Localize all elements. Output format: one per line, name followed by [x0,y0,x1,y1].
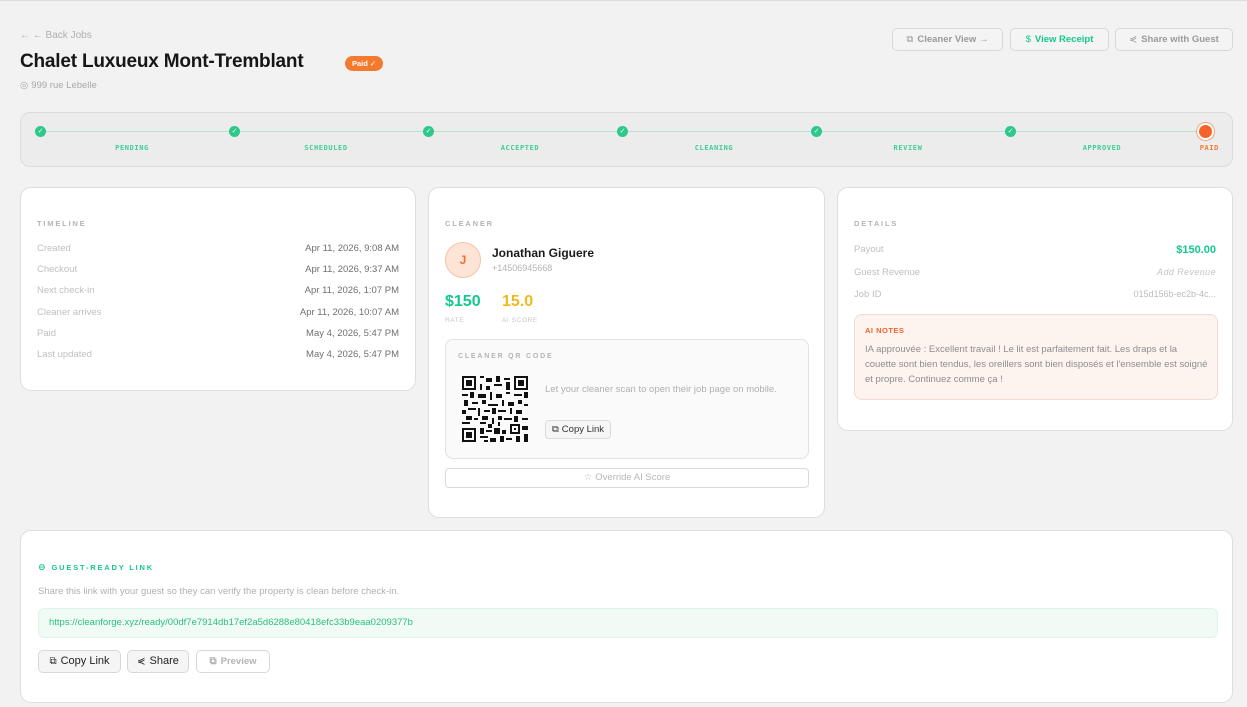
override-label: Override AI Score [595,472,671,483]
step-approved-check-icon: ✓ [1005,126,1016,137]
page-title: Chalet Luxueux Mont-Tremblant [20,51,304,72]
timeline-label: Cleaner arrives [37,307,102,318]
step-pending-check-icon: ✓ [35,126,46,137]
qr-instructions: Let your cleaner scan to open their job … [545,384,777,395]
copy-guest-link-button[interactable]: ⧉ Copy Link [38,650,121,673]
property-address: ◎ 999 rue Lebelle [20,80,97,91]
ai-notes-panel: AI NOTES IA approuvée : Excellent travai… [854,314,1218,400]
step-label-cleaning: CLEANING [694,144,734,152]
share-label: Share [149,655,179,667]
add-revenue-link[interactable]: Add Revenue [1157,267,1216,277]
step-review-check-icon: ✓ [811,126,822,137]
guest-ready-link-card: ⊖ GUEST-READY LINK Share this link with y… [20,530,1233,703]
share-icon: ⋞ [137,656,146,667]
copy-link-label: Copy Link [561,424,605,435]
share-with-guest-label: Share with Guest [1141,34,1219,45]
timeline-label: Created [37,243,71,254]
external-link-icon: ⧉ [209,656,217,667]
timeline-row: Next check-in Apr 11, 2026, 1:07 PM [37,285,399,299]
guest-link-title-text: GUEST-READY LINK [51,563,154,572]
guest-revenue-label: Guest Revenue [854,267,921,278]
location-pin-icon: ◎ [20,80,29,91]
rate-label: RATE [445,317,465,324]
timeline-card: TIMELINE Created Apr 11, 2026, 9:08 AM C… [20,187,416,391]
qr-code-panel: CLEANER QR CODE Let your cleaner scan to… [445,339,809,459]
payout-label: Payout [854,244,884,255]
share-with-guest-button[interactable]: ⋞ Share with Guest [1115,28,1233,51]
timeline-value: May 4, 2026, 5:47 PM [306,349,399,360]
view-receipt-label: View Receipt [1034,34,1094,45]
cleaner-rate: $150 [445,293,481,310]
address-text: 999 rue Lebelle [31,80,97,91]
timeline-row: Checkout Apr 11, 2026, 9:37 AM [37,264,399,278]
preview-label: Preview [220,656,257,667]
ai-score-label: AI SCORE [502,317,538,324]
avatar: J [445,242,481,278]
copy-guest-link-label: Copy Link [60,655,110,667]
timeline-value: Apr 11, 2026, 9:08 AM [305,243,399,254]
timeline-value: Apr 11, 2026, 1:07 PM [304,285,399,296]
step-label-pending: PENDING [115,144,149,152]
external-link-icon: ⧉ [906,34,914,45]
details-title: DETAILS [854,219,899,228]
override-ai-score-button[interactable]: ☆ Override AI Score [445,468,809,488]
job-id-value: 015d156b-ec2b-4c... [1133,289,1216,299]
status-badge: Paid ✓ [345,56,384,71]
back-link[interactable]: ← ← Back Jobs [20,30,92,41]
copy-cleaner-link-button[interactable]: ⧉ Copy Link [545,420,612,439]
share-guest-link-button[interactable]: ⋞ Share [127,650,189,673]
job-id-label: Job ID [854,289,882,300]
qr-code-image [462,376,528,442]
cleaner-phone: +14506945668 [492,263,553,273]
ai-notes-text: IA approuvée : Excellent travail ! Le li… [865,344,1208,385]
timeline-value: Apr 11, 2026, 10:07 AM [299,307,399,318]
qr-title: CLEANER QR CODE [458,353,554,360]
cleaner-view-button[interactable]: ⧉ Cleaner View → [892,28,1003,51]
cleaner-title: CLEANER [445,219,494,228]
step-accepted-check-icon: ✓ [423,126,434,137]
copy-icon: ⧉ [49,656,57,667]
timeline-row: Created Apr 11, 2026, 9:08 AM [37,243,399,257]
star-icon: ☆ [583,472,593,483]
step-label-paid: PAID [1199,144,1219,152]
preview-button[interactable]: ⧉ Preview [196,650,270,673]
share-icon: ⋞ [1129,34,1138,45]
link-icon: ⊖ [38,562,46,572]
timeline-label: Paid [37,328,57,339]
cleaner-name: Jonathan Giguere [492,246,595,260]
ai-notes-title: AI NOTES [865,326,905,335]
payout-row: Payout $150.00 [854,244,1216,258]
timeline-label: Last updated [37,349,92,360]
guest-link-url[interactable]: https://cleanforge.xyz/ready/00df7e7914d… [38,608,1218,638]
details-card: DETAILS Payout $150.00 Guest Revenue Add… [837,187,1233,431]
timeline-row: Last updated May 4, 2026, 5:47 PM [37,349,399,363]
step-label-scheduled: SCHEDULED [304,144,348,152]
timeline-title: TIMELINE [37,219,87,228]
timeline-value: May 4, 2026, 5:47 PM [306,328,399,339]
step-label-approved: APPROVED [1082,144,1122,152]
timeline-value: Apr 11, 2026, 9:37 AM [305,264,399,275]
step-paid-current-icon [1199,125,1212,138]
job-id-row: Job ID 015d156b-ec2b-4c... [854,289,1216,303]
guest-link-description: Share this link with your guest so they … [38,586,400,597]
step-cleaning-check-icon: ✓ [617,126,628,137]
dollar-icon: $ [1025,34,1031,45]
timeline-label: Next check-in [37,285,95,296]
payout-value: $150.00 [1176,244,1216,256]
copy-icon: ⧉ [552,424,559,435]
guest-revenue-row: Guest Revenue Add Revenue [854,267,1216,281]
ai-score: 15.0 [502,293,534,310]
status-stepper: ✓ ✓ ✓ ✓ ✓ ✓ PENDING SCHEDULED ACCEPTED C… [20,112,1233,167]
step-label-review: REVIEW [893,144,923,152]
cleaner-card: CLEANER J Jonathan Giguere +14506945668 … [428,187,825,518]
step-scheduled-check-icon: ✓ [229,126,240,137]
timeline-row: Cleaner arrives Apr 11, 2026, 10:07 AM [37,307,399,321]
view-receipt-button[interactable]: $ View Receipt [1010,28,1109,51]
timeline-label: Checkout [37,264,78,275]
guest-link-title: ⊖ GUEST-READY LINK [38,562,154,573]
cleaner-view-label: Cleaner View → [917,34,989,45]
step-label-accepted: ACCEPTED [500,144,540,152]
timeline-row: Paid May 4, 2026, 5:47 PM [37,328,399,342]
